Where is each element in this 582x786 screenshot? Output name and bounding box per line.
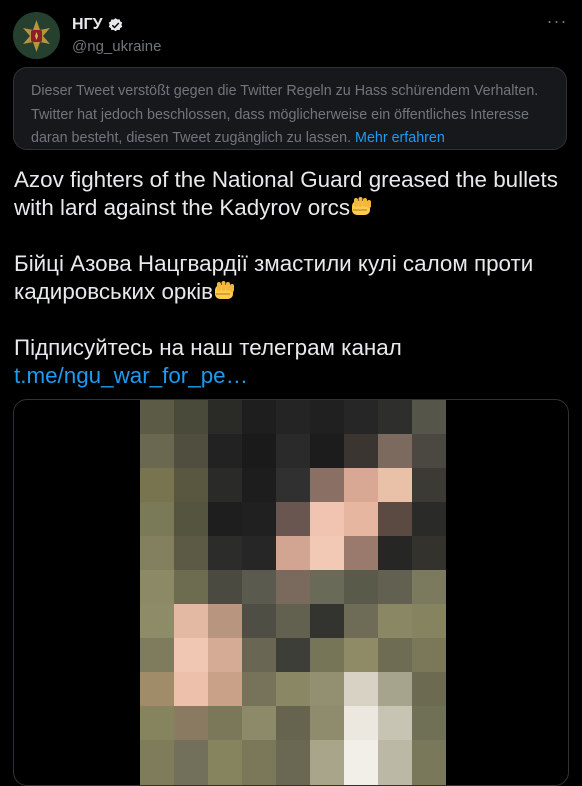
tweet-line-en: Azov fighters of the National Guard grea…	[14, 167, 558, 220]
author-name-row[interactable]: НГУ	[72, 15, 161, 35]
oncoming-fist-icon	[215, 281, 235, 299]
telegram-link[interactable]: t.me/ngu_war_for_pe…	[14, 363, 248, 388]
ngu-emblem-icon[interactable]	[13, 12, 60, 59]
verified-badge-icon	[108, 17, 122, 31]
more-options-icon[interactable]: ···	[545, 12, 569, 32]
tweet-line-uk: Бійці Азова Нацгвардії змастили кулі сал…	[14, 251, 534, 304]
tweet-text: Azov fighters of the National Guard grea…	[14, 166, 574, 390]
tweet-line-subscribe: Підписуйтесь на наш телеграм канал	[14, 335, 402, 360]
tweet-media[interactable]	[13, 399, 569, 786]
oncoming-fist-icon	[352, 197, 372, 215]
sensitive-content-notice: Dieser Tweet verstößt gegen die Twitter …	[13, 67, 567, 150]
learn-more-link[interactable]: Mehr erfahren	[355, 130, 445, 146]
tweet-header: НГУ @ng_ukraine ···	[13, 12, 569, 60]
author-handle[interactable]: @ng_ukraine	[72, 38, 161, 55]
pixelated-video-thumbnail	[140, 400, 446, 785]
author-name[interactable]: НГУ	[72, 16, 103, 34]
notice-text: Dieser Tweet verstößt gegen die Twitter …	[31, 83, 539, 146]
